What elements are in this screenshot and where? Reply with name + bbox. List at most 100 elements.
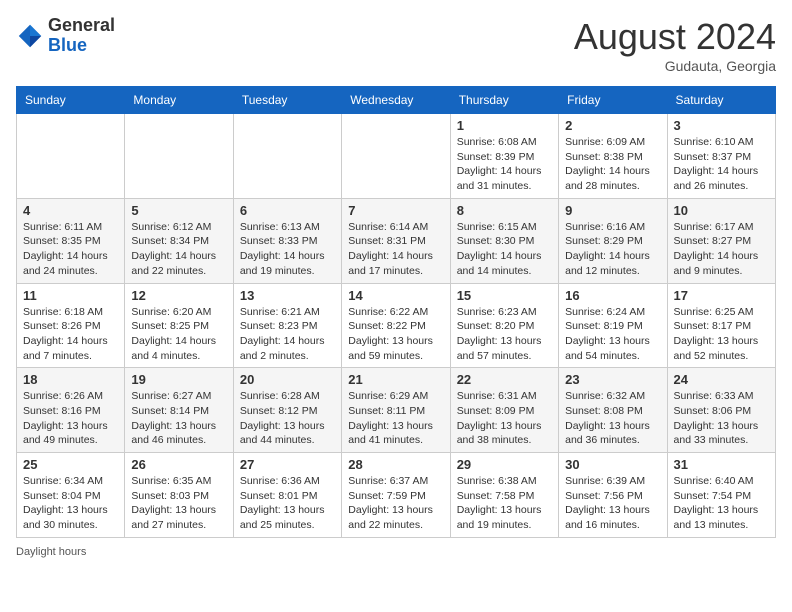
calendar-cell: 11 Sunrise: 6:18 AMSunset: 8:26 PMDayligh… bbox=[17, 283, 125, 368]
day-of-week-header: Sunday bbox=[17, 87, 125, 114]
day-number: 10 bbox=[674, 203, 769, 218]
day-info: Sunrise: 6:22 AMSunset: 8:22 PMDaylight:… bbox=[348, 305, 443, 364]
day-number: 11 bbox=[23, 288, 118, 303]
day-info: Sunrise: 6:29 AMSunset: 8:11 PMDaylight:… bbox=[348, 389, 443, 448]
calendar-cell: 30 Sunrise: 6:39 AMSunset: 7:56 PMDayligh… bbox=[559, 453, 667, 538]
calendar-week-row: 1 Sunrise: 6:08 AMSunset: 8:39 PMDaylight… bbox=[17, 114, 776, 199]
day-of-week-header: Wednesday bbox=[342, 87, 450, 114]
day-number: 22 bbox=[457, 372, 552, 387]
days-of-week-row: SundayMondayTuesdayWednesdayThursdayFrid… bbox=[17, 87, 776, 114]
day-of-week-header: Thursday bbox=[450, 87, 558, 114]
day-info: Sunrise: 6:20 AMSunset: 8:25 PMDaylight:… bbox=[131, 305, 226, 364]
day-info: Sunrise: 6:17 AMSunset: 8:27 PMDaylight:… bbox=[674, 220, 769, 279]
day-number: 17 bbox=[674, 288, 769, 303]
day-info: Sunrise: 6:25 AMSunset: 8:17 PMDaylight:… bbox=[674, 305, 769, 364]
day-number: 31 bbox=[674, 457, 769, 472]
day-number: 8 bbox=[457, 203, 552, 218]
calendar-cell: 12Sunrise: 6:20 AMSunset: 8:25 PMDayligh… bbox=[125, 283, 233, 368]
day-info: Sunrise: 6:26 AMSunset: 8:16 PMDaylight:… bbox=[23, 389, 118, 448]
day-info: Sunrise: 6:33 AMSunset: 8:06 PMDaylight:… bbox=[674, 389, 769, 448]
day-info: Sunrise: 6:13 AMSunset: 8:33 PMDaylight:… bbox=[240, 220, 335, 279]
calendar-cell: 16 Sunrise: 6:24 AMSunset: 8:19 PMDayligh… bbox=[559, 283, 667, 368]
calendar-cell bbox=[17, 114, 125, 199]
logo: General Blue bbox=[16, 16, 115, 56]
day-number: 2 bbox=[565, 118, 660, 133]
calendar-cell: 23 Sunrise: 6:32 AMSunset: 8:08 PMDayligh… bbox=[559, 368, 667, 453]
day-number: 18 bbox=[23, 372, 118, 387]
calendar-cell: 10 Sunrise: 6:17 AMSunset: 8:27 PMDayligh… bbox=[667, 198, 775, 283]
day-number: 7 bbox=[348, 203, 443, 218]
day-info: Sunrise: 6:10 AMSunset: 8:37 PMDaylight:… bbox=[674, 135, 769, 194]
calendar-cell bbox=[342, 114, 450, 199]
day-number: 19 bbox=[131, 372, 226, 387]
day-number: 30 bbox=[565, 457, 660, 472]
day-info: Sunrise: 6:23 AMSunset: 8:20 PMDaylight:… bbox=[457, 305, 552, 364]
calendar-cell: 14 Sunrise: 6:22 AMSunset: 8:22 PMDayligh… bbox=[342, 283, 450, 368]
day-number: 13 bbox=[240, 288, 335, 303]
title-block: August 2024 Gudauta, Georgia bbox=[574, 16, 776, 74]
day-number: 9 bbox=[565, 203, 660, 218]
calendar-week-row: 11 Sunrise: 6:18 AMSunset: 8:26 PMDayligh… bbox=[17, 283, 776, 368]
calendar-cell: 6 Sunrise: 6:13 AMSunset: 8:33 PMDaylight… bbox=[233, 198, 341, 283]
day-of-week-header: Tuesday bbox=[233, 87, 341, 114]
footer: Daylight hours bbox=[16, 546, 776, 558]
calendar-cell: 17 Sunrise: 6:25 AMSunset: 8:17 PMDayligh… bbox=[667, 283, 775, 368]
day-of-week-header: Saturday bbox=[667, 87, 775, 114]
calendar-cell: 31 Sunrise: 6:40 AMSunset: 7:54 PMDayligh… bbox=[667, 453, 775, 538]
day-info: Sunrise: 6:32 AMSunset: 8:08 PMDaylight:… bbox=[565, 389, 660, 448]
calendar-cell: 21 Sunrise: 6:29 AMSunset: 8:11 PMDayligh… bbox=[342, 368, 450, 453]
day-number: 24 bbox=[674, 372, 769, 387]
calendar-cell: 7 Sunrise: 6:14 AMSunset: 8:31 PMDaylight… bbox=[342, 198, 450, 283]
day-number: 16 bbox=[565, 288, 660, 303]
calendar-cell: 5Sunrise: 6:12 AMSunset: 8:34 PMDaylight… bbox=[125, 198, 233, 283]
day-number: 21 bbox=[348, 372, 443, 387]
calendar-cell: 3Sunrise: 6:10 AMSunset: 8:37 PMDaylight… bbox=[667, 114, 775, 199]
calendar-cell: 29 Sunrise: 6:38 AMSunset: 7:58 PMDayligh… bbox=[450, 453, 558, 538]
calendar-cell: 24 Sunrise: 6:33 AMSunset: 8:06 PMDayligh… bbox=[667, 368, 775, 453]
month-title: August 2024 bbox=[574, 16, 776, 58]
logo-icon bbox=[16, 22, 44, 50]
logo-text: General Blue bbox=[48, 16, 115, 56]
calendar-cell: 9Sunrise: 6:16 AMSunset: 8:29 PMDaylight… bbox=[559, 198, 667, 283]
day-info: Sunrise: 6:08 AMSunset: 8:39 PMDaylight:… bbox=[457, 135, 552, 194]
day-number: 29 bbox=[457, 457, 552, 472]
calendar-header: SundayMondayTuesdayWednesdayThursdayFrid… bbox=[17, 87, 776, 114]
day-of-week-header: Friday bbox=[559, 87, 667, 114]
calendar-week-row: 4Sunrise: 6:11 AMSunset: 8:35 PMDaylight… bbox=[17, 198, 776, 283]
calendar-cell: 19Sunrise: 6:27 AMSunset: 8:14 PMDayligh… bbox=[125, 368, 233, 453]
calendar-cell: 4Sunrise: 6:11 AMSunset: 8:35 PMDaylight… bbox=[17, 198, 125, 283]
location-title: Gudauta, Georgia bbox=[574, 58, 776, 74]
calendar-cell: 8 Sunrise: 6:15 AMSunset: 8:30 PMDaylight… bbox=[450, 198, 558, 283]
day-info: Sunrise: 6:40 AMSunset: 7:54 PMDaylight:… bbox=[674, 474, 769, 533]
day-info: Sunrise: 6:24 AMSunset: 8:19 PMDaylight:… bbox=[565, 305, 660, 364]
day-number: 4 bbox=[23, 203, 118, 218]
day-number: 1 bbox=[457, 118, 552, 133]
day-number: 5 bbox=[131, 203, 226, 218]
daylight-label: Daylight hours bbox=[16, 546, 86, 558]
calendar-cell: 18 Sunrise: 6:26 AMSunset: 8:16 PMDayligh… bbox=[17, 368, 125, 453]
calendar-cell: 20Sunrise: 6:28 AMSunset: 8:12 PMDayligh… bbox=[233, 368, 341, 453]
day-info: Sunrise: 6:38 AMSunset: 7:58 PMDaylight:… bbox=[457, 474, 552, 533]
day-info: Sunrise: 6:39 AMSunset: 7:56 PMDaylight:… bbox=[565, 474, 660, 533]
calendar-cell: 26Sunrise: 6:35 AMSunset: 8:03 PMDayligh… bbox=[125, 453, 233, 538]
day-of-week-header: Monday bbox=[125, 87, 233, 114]
calendar-cell: 22Sunrise: 6:31 AMSunset: 8:09 PMDayligh… bbox=[450, 368, 558, 453]
calendar-cell: 13Sunrise: 6:21 AMSunset: 8:23 PMDayligh… bbox=[233, 283, 341, 368]
calendar-cell bbox=[125, 114, 233, 199]
day-info: Sunrise: 6:28 AMSunset: 8:12 PMDaylight:… bbox=[240, 389, 335, 448]
day-info: Sunrise: 6:18 AMSunset: 8:26 PMDaylight:… bbox=[23, 305, 118, 364]
day-info: Sunrise: 6:37 AMSunset: 7:59 PMDaylight:… bbox=[348, 474, 443, 533]
day-number: 28 bbox=[348, 457, 443, 472]
logo-general-text: General bbox=[48, 16, 115, 36]
day-number: 14 bbox=[348, 288, 443, 303]
calendar-table: SundayMondayTuesdayWednesdayThursdayFrid… bbox=[16, 86, 776, 538]
day-info: Sunrise: 6:34 AMSunset: 8:04 PMDaylight:… bbox=[23, 474, 118, 533]
day-number: 27 bbox=[240, 457, 335, 472]
day-info: Sunrise: 6:14 AMSunset: 8:31 PMDaylight:… bbox=[348, 220, 443, 279]
calendar-cell: 28 Sunrise: 6:37 AMSunset: 7:59 PMDayligh… bbox=[342, 453, 450, 538]
day-info: Sunrise: 6:15 AMSunset: 8:30 PMDaylight:… bbox=[457, 220, 552, 279]
day-info: Sunrise: 6:36 AMSunset: 8:01 PMDaylight:… bbox=[240, 474, 335, 533]
day-number: 6 bbox=[240, 203, 335, 218]
day-number: 15 bbox=[457, 288, 552, 303]
day-number: 23 bbox=[565, 372, 660, 387]
